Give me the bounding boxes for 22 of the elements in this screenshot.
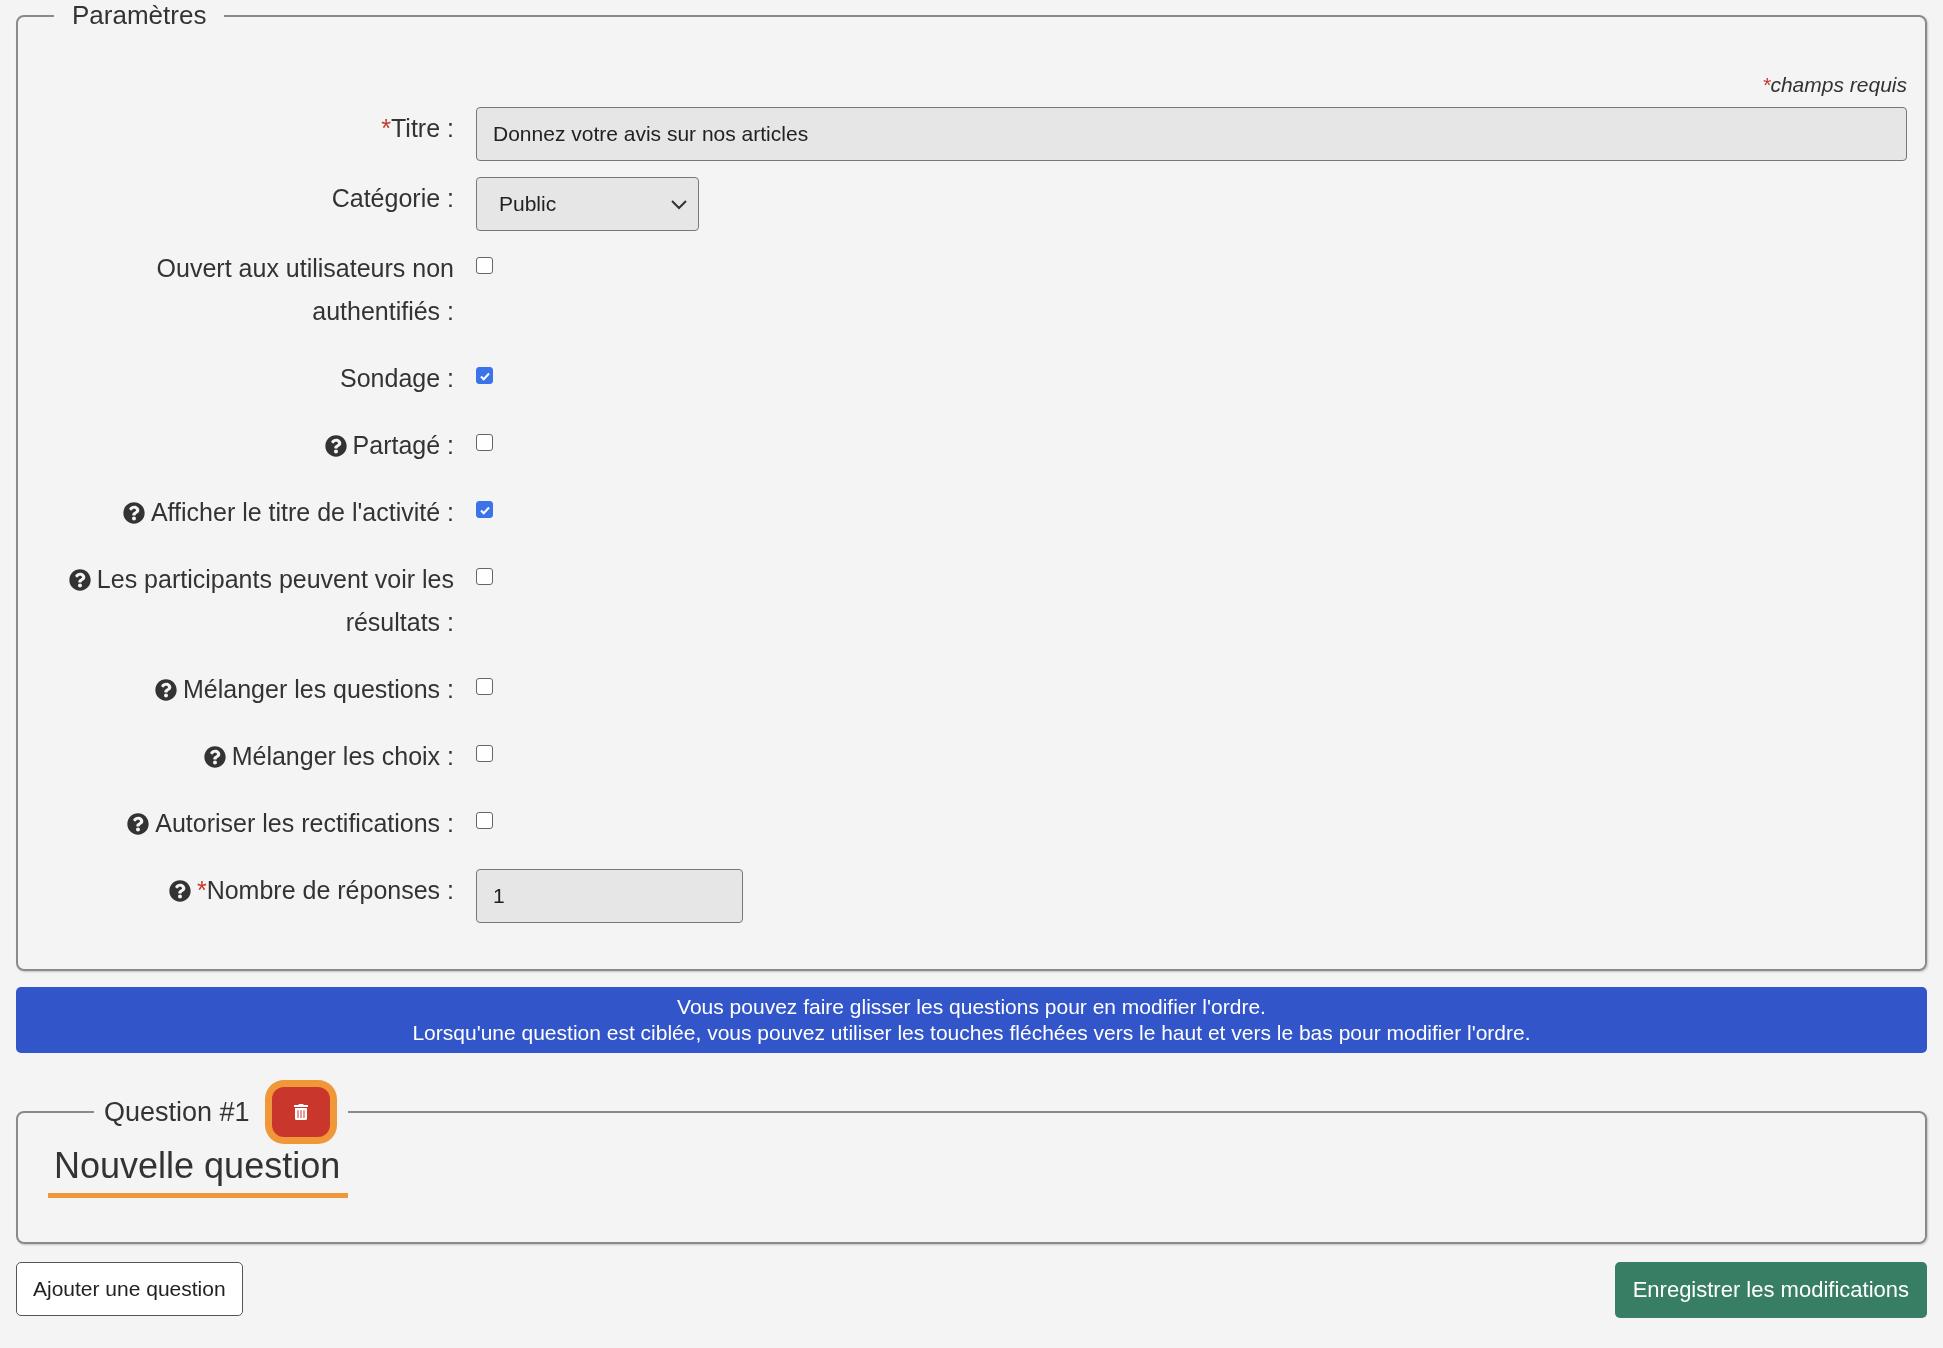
field-label: *Nombre de réponses : (36, 869, 454, 912)
field-label: Mélanger les choix : (36, 735, 454, 778)
field-label: Mélanger les questions : (36, 668, 454, 711)
save-button[interactable]: Enregistrer les modifications (1614, 1262, 1927, 1318)
panel-legend: Paramètres (54, 0, 225, 31)
number-field[interactable]: 1 (476, 869, 743, 923)
field-label: Partagé : (36, 424, 454, 467)
question-title[interactable]: Nouvelle question (48, 1145, 349, 1198)
field-label: Ouvert aux utilisateurs non authentifiés : (155, 253, 454, 327)
field-label: Sondage : (339, 363, 454, 394)
field-label: Les participants peuvent voir les résultats : (36, 558, 454, 644)
banner-text: Lorsqu'une question est ciblée, vous pouvez utiliser les touches fléchées vers le haut et vers le bas pour modifier l'ordre. (412, 1020, 1531, 1046)
category-select[interactable]: Public (476, 177, 699, 231)
field-label: *Titre : (380, 113, 454, 144)
field-label: Catégorie : (330, 183, 454, 214)
field-label: Afficher le titre de l'activité : (36, 491, 454, 534)
banner-text: Vous pouvez faire glisser les questions pour en modifier l'ordre. (677, 994, 1266, 1020)
title-field[interactable]: Donnez votre avis sur nos articles (476, 107, 1907, 161)
question-legend: Question #1 (104, 1096, 250, 1128)
add-question-button[interactable]: Ajouter une question (16, 1262, 243, 1316)
required-note: *champs requis (1761, 73, 1907, 97)
field-label: Autoriser les rectifications : (36, 802, 454, 845)
